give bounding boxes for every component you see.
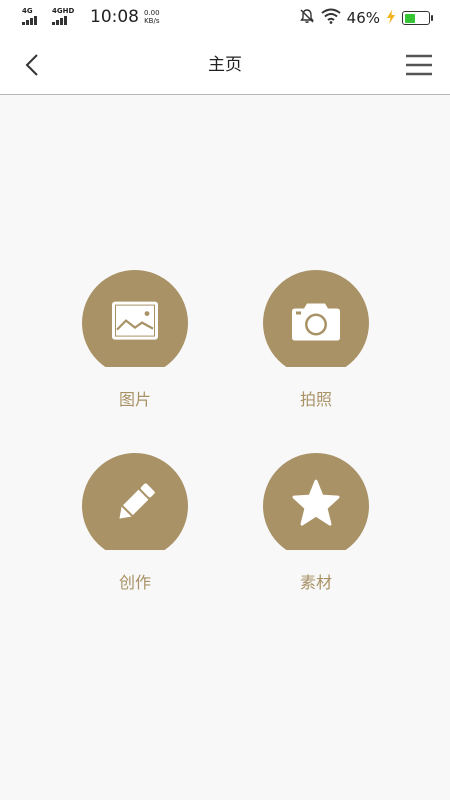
- camera-icon: [292, 303, 340, 341]
- charging-bolt-icon: [386, 9, 396, 28]
- network-speed-value: 0.00: [144, 9, 160, 17]
- page-title: 主页: [208, 55, 242, 75]
- tile-image-label: 图片: [118, 390, 151, 409]
- network-label-1: 4G: [22, 7, 33, 15]
- battery-percentage: 46%: [346, 9, 380, 27]
- network-speed: 0.00 KB/s: [144, 9, 160, 25]
- material-button[interactable]: [263, 453, 369, 560]
- navigation-bar: 主页: [0, 36, 450, 95]
- status-bar: 4G 4GHD 10:08 0.00 KB/s 46%: [0, 0, 450, 36]
- hamburger-menu-icon: [406, 54, 432, 76]
- mute-bell-icon: [299, 8, 315, 28]
- image-button[interactable]: [82, 270, 188, 377]
- tile-image[interactable]: 图片: [80, 270, 190, 410]
- tile-camera[interactable]: 拍照: [261, 270, 371, 410]
- menu-button[interactable]: [404, 52, 434, 78]
- battery-icon: [402, 11, 433, 25]
- clock: 10:08: [90, 7, 139, 27]
- signal-4g-icon: 4G: [22, 7, 44, 25]
- create-button[interactable]: [82, 453, 188, 560]
- wifi-icon: [321, 8, 341, 28]
- star-icon: [292, 479, 340, 526]
- network-label-2: 4GHD: [52, 7, 75, 15]
- network-speed-unit: KB/s: [144, 17, 160, 25]
- image-icon: [112, 301, 158, 340]
- tile-material-label: 素材: [299, 573, 332, 592]
- tile-create-label: 创作: [118, 573, 151, 592]
- signal-4ghd-icon: 4GHD: [52, 7, 78, 25]
- tile-create[interactable]: 创作: [80, 453, 190, 593]
- battery-fill: [404, 13, 415, 23]
- pencil-icon: [119, 483, 155, 519]
- tile-camera-label: 拍照: [299, 390, 332, 409]
- camera-button[interactable]: [263, 270, 369, 377]
- tile-material[interactable]: 素材: [261, 453, 371, 593]
